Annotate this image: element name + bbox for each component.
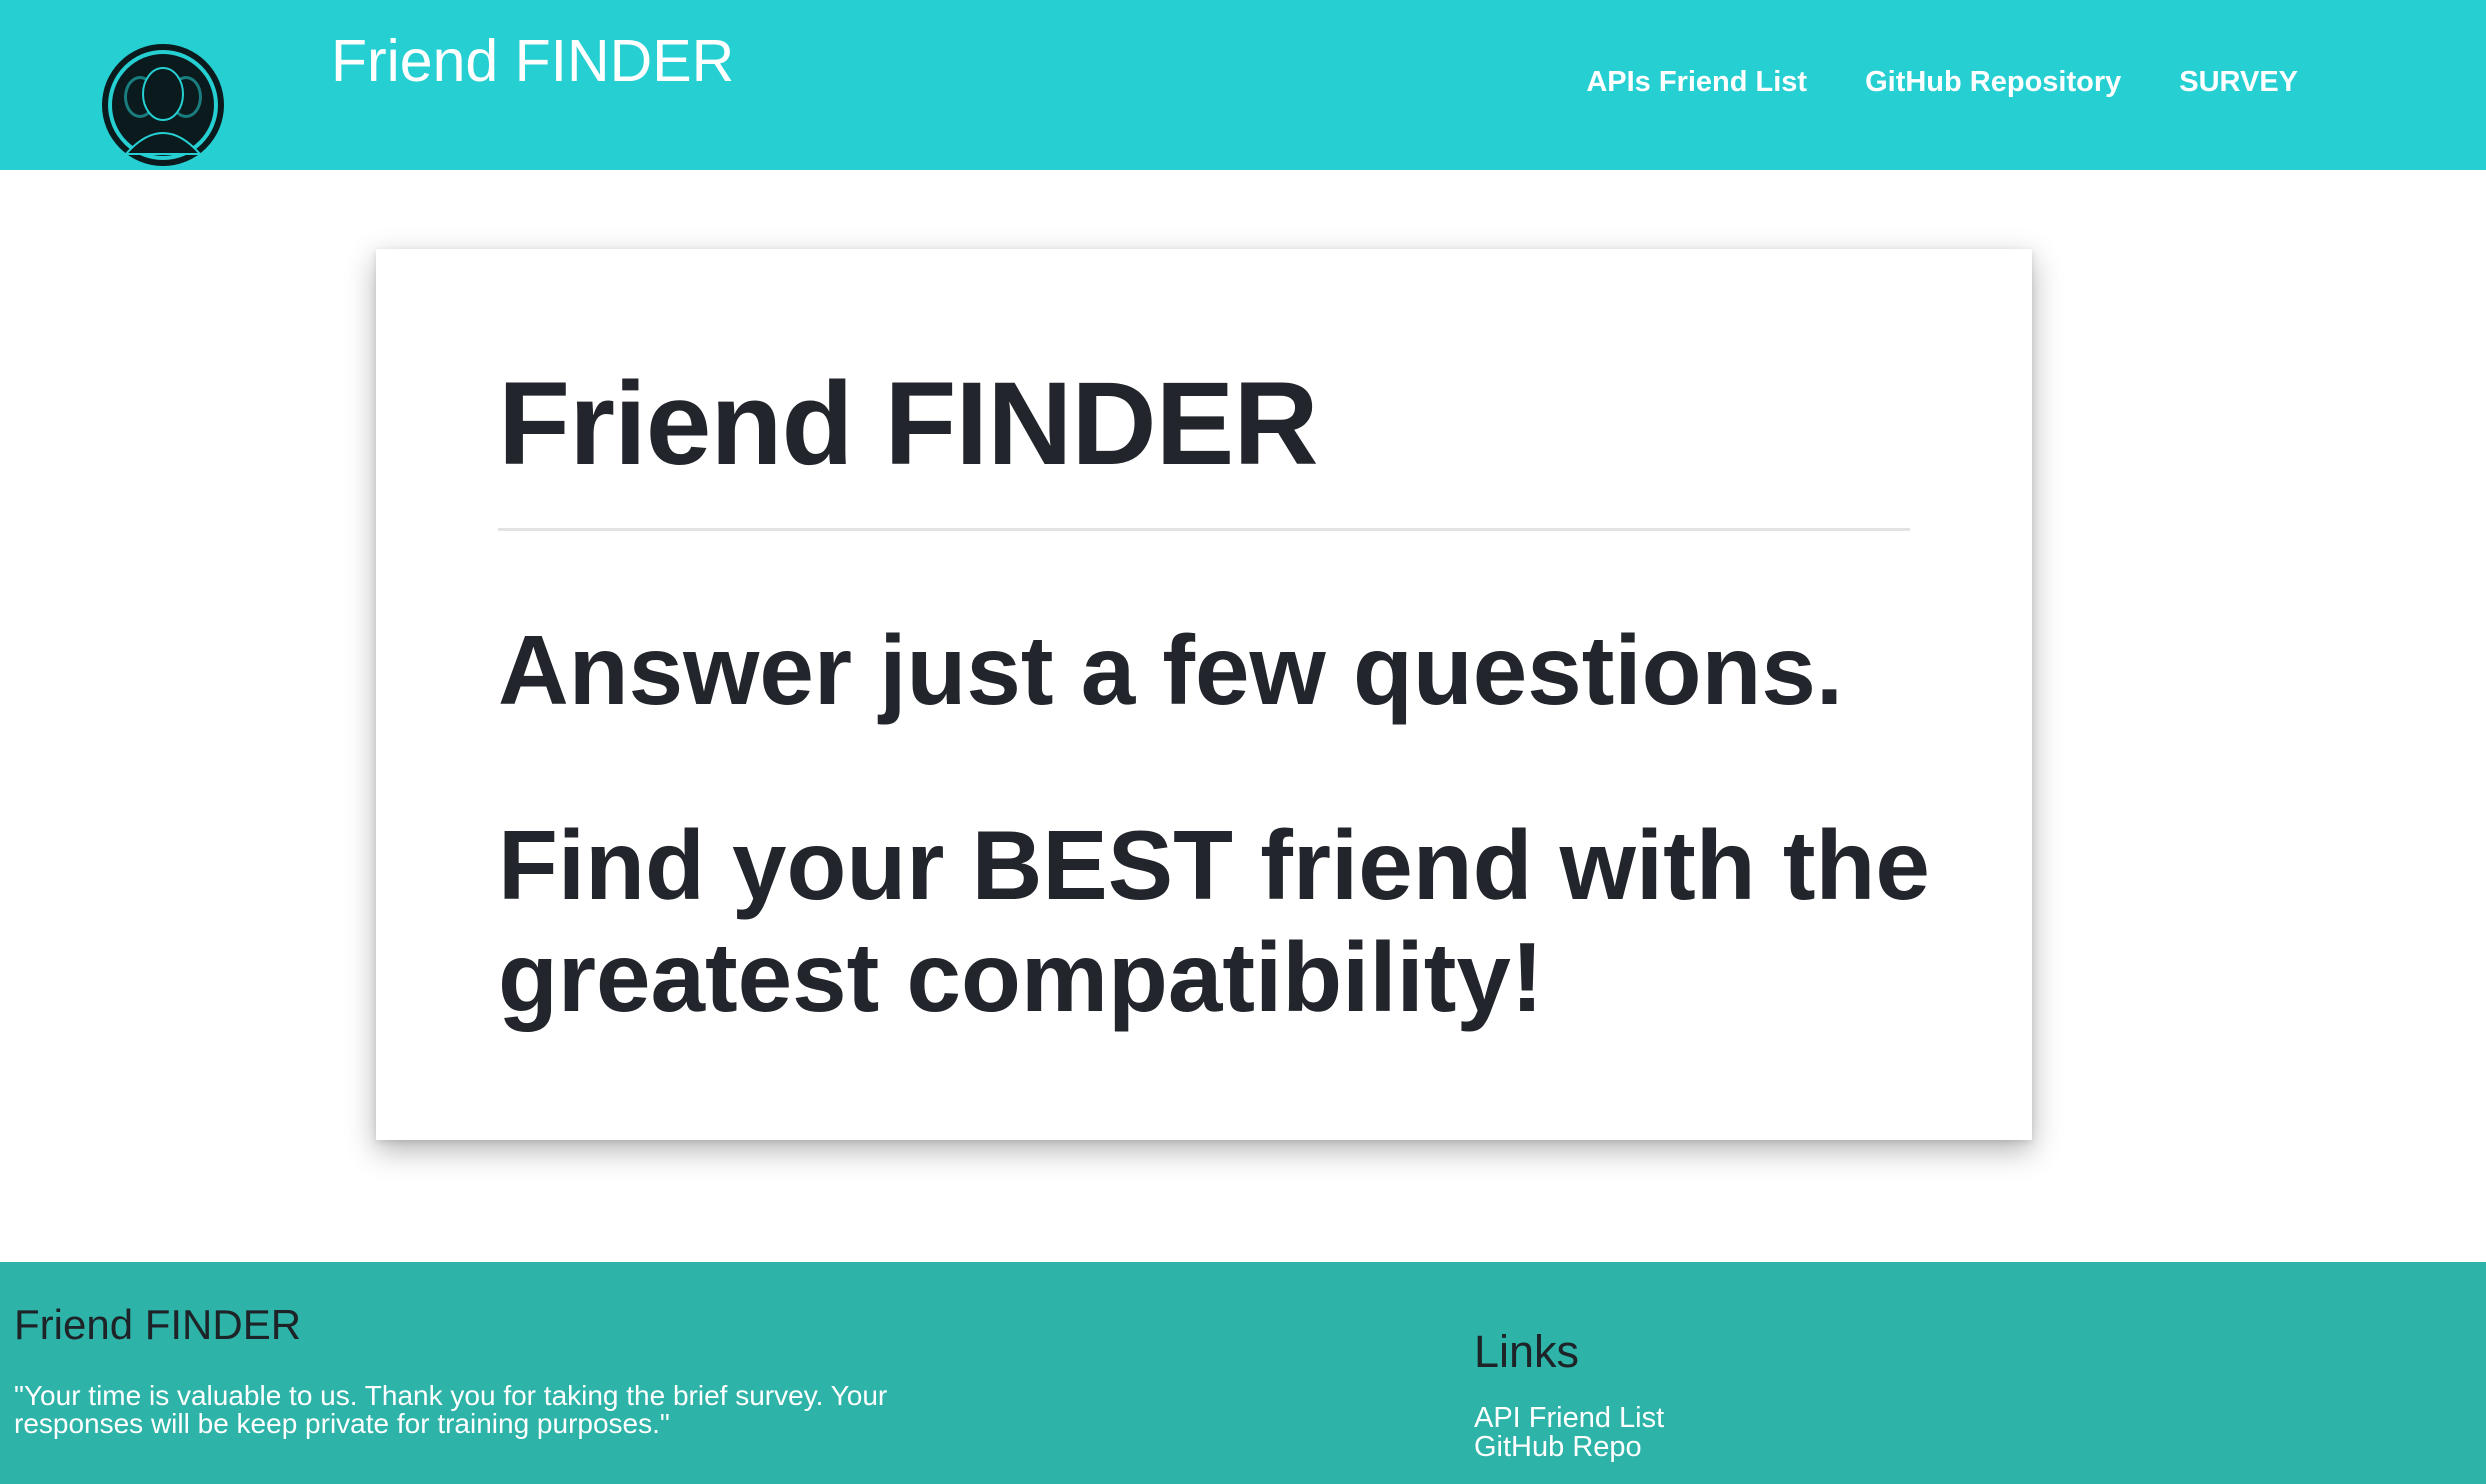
footer-title: Friend FINDER: [14, 1301, 302, 1348]
footer-link-api-friend-list[interactable]: API Friend List: [1474, 1404, 1664, 1433]
footer-message: "Your time is valuable to us. Thank you …: [14, 1380, 888, 1439]
hero-subtitle: Answer just a few questions.: [498, 615, 1844, 725]
hero-title: Friend FINDER: [498, 358, 1319, 490]
footer-link-github-repo[interactable]: GitHub Repo: [1474, 1433, 1664, 1462]
nav-link-survey[interactable]: SURVEY: [2179, 62, 2298, 102]
brand-title[interactable]: Friend FINDER: [331, 26, 734, 96]
nav-links: APIs Friend List GitHub Repository SURVE…: [1586, 62, 2298, 102]
hero-divider: [498, 528, 1910, 531]
footer: Friend FINDER "Your time is valuable to …: [0, 1262, 2486, 1484]
footer-links-heading: Links: [1474, 1326, 1580, 1377]
footer-links: API Friend List GitHub Repo: [1474, 1404, 1664, 1462]
nav-link-github-repository[interactable]: GitHub Repository: [1865, 62, 2121, 102]
navbar: Friend FINDER APIs Friend List GitHub Re…: [0, 0, 2486, 170]
two-people-silhouette-icon[interactable]: [96, 42, 230, 168]
nav-link-api-friend-list[interactable]: APIs Friend List: [1586, 62, 1807, 102]
hero-tagline: Find your BEST friend with the greatest …: [498, 810, 1930, 1032]
hero-card: Friend FINDER Answer just a few question…: [376, 249, 2032, 1140]
